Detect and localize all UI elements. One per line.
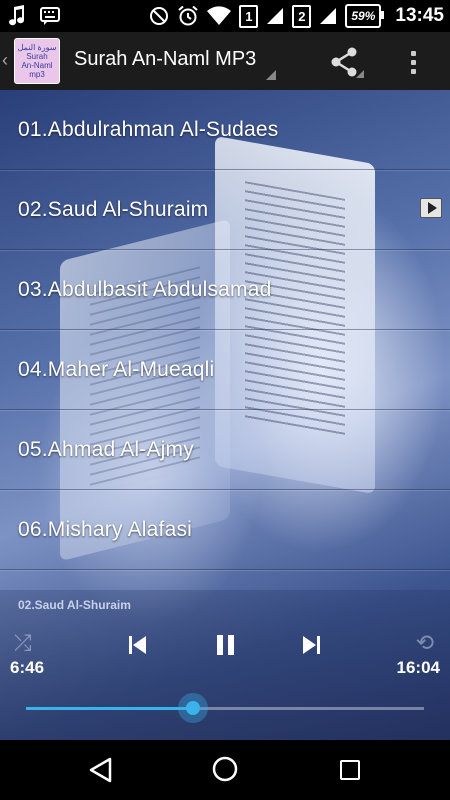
track-label: 02.Saud Al-Shuraim	[18, 197, 209, 221]
app-icon-line: سورة النمل	[17, 43, 57, 52]
pause-bar	[216, 635, 223, 655]
track-label: 04.Maher Al-Mueaqli	[18, 357, 215, 381]
signal-icon	[266, 7, 284, 25]
menu-dot	[410, 68, 416, 74]
track-label: 03.Abdulbasit Abdulsamad	[18, 277, 272, 301]
recent-apps-button[interactable]	[340, 760, 360, 780]
track-item[interactable]: 03.Abdulbasit Abdulsamad	[0, 250, 450, 330]
battery-icon: 59%	[345, 4, 385, 28]
track-label: 05.Ahmad Al-Ajmy	[18, 437, 194, 461]
wifi-icon	[207, 6, 232, 26]
menu-dot	[410, 59, 416, 65]
shuffle-icon[interactable]: ⤮	[14, 630, 32, 656]
home-icon	[212, 756, 238, 782]
track-item[interactable]: 05.Ahmad Al-Ajmy	[0, 410, 450, 490]
sim2-badge: 2	[292, 4, 312, 28]
status-clock: 13:45	[395, 5, 444, 26]
track-list: 01.Abdulrahman Al-Sudaes 02.Saud Al-Shur…	[0, 90, 450, 570]
track-item[interactable]: 01.Abdulrahman Al-Sudaes	[0, 90, 450, 170]
title-dropdown-indicator	[266, 70, 276, 80]
status-bar: 1 2 59% 13:45	[0, 0, 450, 32]
home-button[interactable]	[210, 754, 240, 784]
app-icon-line: An-Naml mp3	[21, 61, 53, 79]
main-content: 01.Abdulrahman Al-Sudaes 02.Saud Al-Shur…	[0, 90, 450, 740]
track-item[interactable]: 06.Mishary Alafasi	[0, 490, 450, 570]
seek-bar[interactable]	[26, 693, 424, 723]
previous-button[interactable]	[125, 632, 151, 658]
app-icon[interactable]: سورة النمل Surah An-Naml mp3	[14, 38, 60, 84]
track-label: 06.Mishary Alafasi	[18, 517, 193, 541]
back-button[interactable]	[86, 756, 116, 784]
sim1-badge: 1	[239, 4, 259, 28]
music-note-icon	[8, 5, 26, 27]
alarm-icon	[177, 5, 199, 27]
previous-icon	[129, 636, 146, 654]
media-player: 02.Saud Al-Shuraim ⤮ ⟲ 6:46 16:04	[0, 590, 450, 740]
up-caret-icon[interactable]: ‹	[2, 50, 12, 70]
keyboard-icon	[40, 7, 60, 25]
app-title[interactable]: Surah An-Naml MP3	[74, 48, 256, 71]
back-icon	[89, 757, 112, 783]
pause-button[interactable]	[210, 630, 240, 660]
app-icon-line: Surah	[26, 52, 48, 61]
track-item[interactable]: 02.Saud Al-Shuraim	[0, 170, 450, 250]
share-dropdown-indicator	[356, 70, 364, 78]
track-label: 01.Abdulrahman Al-Sudaes	[18, 117, 279, 141]
repeat-icon[interactable]: ⟲	[416, 630, 434, 656]
share-icon	[331, 47, 357, 77]
overflow-menu-button[interactable]	[398, 40, 428, 84]
navigation-bar	[0, 740, 450, 800]
do-not-disturb-icon	[149, 6, 169, 26]
seek-bar-progress	[26, 707, 194, 710]
total-time: 16:04	[396, 658, 440, 677]
now-playing-title: 02.Saud Al-Shuraim	[18, 598, 131, 612]
action-bar: ‹ سورة النمل Surah An-Naml mp3 Surah An-…	[0, 32, 450, 90]
next-icon	[303, 636, 320, 654]
pause-bar	[227, 635, 234, 655]
next-button[interactable]	[298, 632, 324, 658]
now-playing-icon	[420, 198, 442, 218]
signal-icon	[319, 7, 337, 25]
elapsed-time: 6:46	[10, 658, 45, 677]
menu-dot	[410, 50, 416, 56]
seek-thumb[interactable]	[178, 693, 209, 723]
track-item[interactable]: 04.Maher Al-Mueaqli	[0, 330, 450, 410]
